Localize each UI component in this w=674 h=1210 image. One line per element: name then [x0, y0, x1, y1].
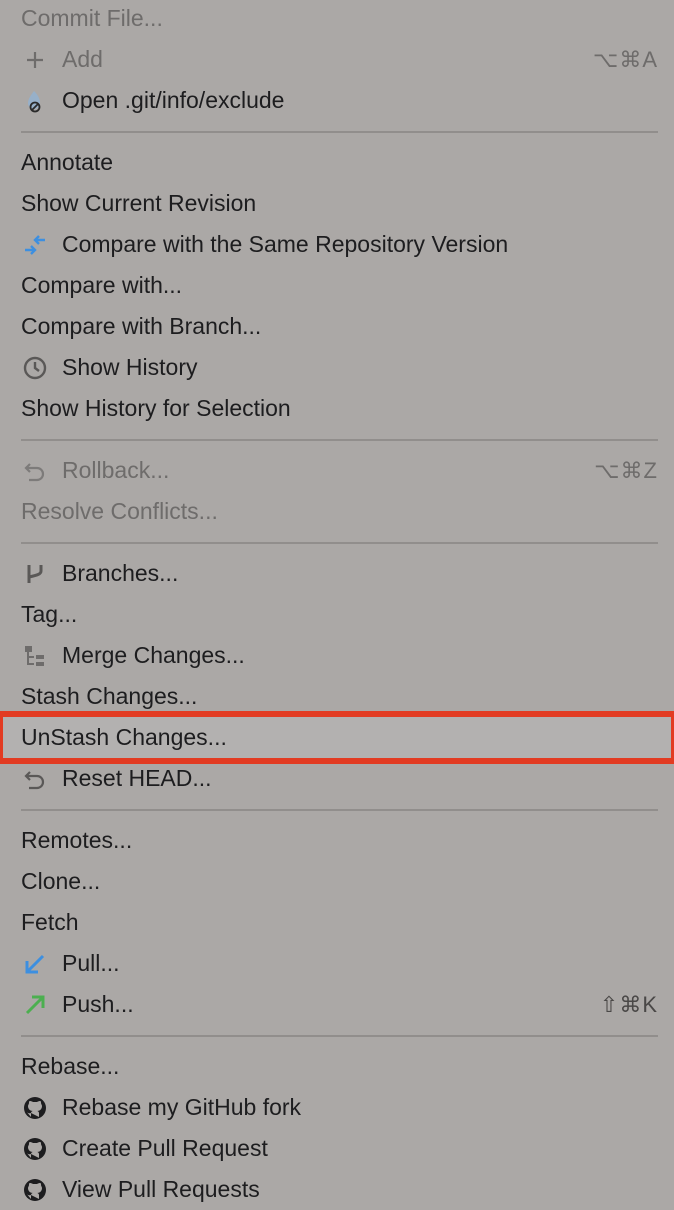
menu-item-create-pull-request[interactable]: Create Pull Request	[0, 1128, 674, 1169]
menu-item-compare-with[interactable]: Compare with...	[0, 265, 674, 306]
menu-item-label: Reset HEAD...	[62, 765, 212, 791]
menu-item-label: Compare with the Same Repository Version	[62, 231, 509, 257]
menu-item-label: Pull...	[62, 950, 120, 976]
branch-icon	[21, 560, 49, 588]
menu-item-add[interactable]: Add ⌥⌘A	[0, 39, 674, 80]
menu-item-show-history-selection[interactable]: Show History for Selection	[0, 388, 674, 429]
menu-item-label: Show History for Selection	[21, 395, 291, 421]
menu-item-label: View Pull Requests	[62, 1176, 260, 1202]
undo-icon	[21, 765, 49, 793]
vcs-context-menu: Commit File... Add ⌥⌘A Open .git/info/ex…	[0, 0, 674, 1210]
shortcut-rollback: ⌥⌘Z	[594, 457, 658, 483]
menu-item-label: Resolve Conflicts...	[21, 498, 218, 524]
menu-item-show-current-revision[interactable]: Show Current Revision	[0, 183, 674, 224]
undo-icon	[21, 457, 49, 485]
menu-item-label: Show Current Revision	[21, 190, 257, 216]
menu-item-annotate[interactable]: Annotate	[0, 142, 674, 183]
menu-item-label: Commit File...	[21, 5, 163, 31]
github-icon	[21, 1135, 49, 1163]
menu-item-unstash-changes[interactable]: UnStash Changes...	[0, 711, 674, 764]
menu-separator	[0, 1025, 674, 1046]
menu-separator	[0, 532, 674, 553]
menu-item-reset-head[interactable]: Reset HEAD...	[0, 758, 674, 799]
menu-item-pull[interactable]: Pull...	[0, 943, 674, 984]
clock-icon	[21, 354, 49, 382]
menu-item-view-pull-requests[interactable]: View Pull Requests	[0, 1169, 674, 1210]
menu-item-compare-same-repo-version[interactable]: Compare with the Same Repository Version	[0, 224, 674, 265]
menu-item-resolve-conflicts[interactable]: Resolve Conflicts...	[0, 491, 674, 532]
menu-item-remotes[interactable]: Remotes...	[0, 820, 674, 861]
menu-item-tag[interactable]: Tag...	[0, 594, 674, 635]
plus-icon	[21, 46, 49, 74]
menu-item-label: Remotes...	[21, 827, 133, 853]
menu-item-label: Merge Changes...	[62, 642, 245, 668]
push-arrow-icon	[21, 991, 49, 1019]
menu-item-fetch[interactable]: Fetch	[0, 902, 674, 943]
menu-item-label: Clone...	[21, 868, 101, 894]
menu-separator	[0, 121, 674, 142]
menu-item-branches[interactable]: Branches...	[0, 553, 674, 594]
menu-item-label: Annotate	[21, 149, 114, 175]
github-icon	[21, 1094, 49, 1122]
compare-arrows-icon	[21, 231, 49, 259]
menu-item-merge-changes[interactable]: Merge Changes...	[0, 635, 674, 676]
menu-item-open-git-exclude[interactable]: Open .git/info/exclude	[0, 80, 674, 121]
menu-item-label: Rollback...	[62, 457, 170, 483]
menu-item-label: Add	[62, 46, 103, 72]
menu-item-commit-file[interactable]: Commit File...	[0, 0, 674, 39]
menu-item-label: Tag...	[21, 601, 78, 627]
menu-item-label: Fetch	[21, 909, 79, 935]
menu-separator	[0, 429, 674, 450]
menu-item-stash-changes[interactable]: Stash Changes...	[0, 676, 674, 717]
menu-item-label: Stash Changes...	[21, 683, 198, 709]
github-icon	[21, 1176, 49, 1204]
merge-icon	[21, 642, 49, 670]
menu-item-rebase-github-fork[interactable]: Rebase my GitHub fork	[0, 1087, 674, 1128]
menu-separator	[0, 799, 674, 820]
menu-item-rollback[interactable]: Rollback... ⌥⌘Z	[0, 450, 674, 491]
menu-item-label: Compare with Branch...	[21, 313, 262, 339]
menu-item-label: Open .git/info/exclude	[62, 87, 285, 113]
menu-item-push[interactable]: Push... ⇧⌘K	[0, 984, 674, 1025]
ignored-file-icon	[21, 87, 49, 115]
shortcut-add: ⌥⌘A	[592, 46, 658, 72]
menu-item-rebase[interactable]: Rebase...	[0, 1046, 674, 1087]
menu-item-clone[interactable]: Clone...	[0, 861, 674, 902]
menu-item-show-history[interactable]: Show History	[0, 347, 674, 388]
menu-item-label: UnStash Changes...	[21, 724, 227, 750]
menu-item-label: Create Pull Request	[62, 1135, 268, 1161]
pull-arrow-icon	[21, 950, 49, 978]
shortcut-push: ⇧⌘K	[599, 991, 658, 1017]
menu-item-compare-with-branch[interactable]: Compare with Branch...	[0, 306, 674, 347]
menu-item-label: Branches...	[62, 560, 179, 586]
menu-item-label: Rebase...	[21, 1053, 120, 1079]
menu-item-label: Rebase my GitHub fork	[62, 1094, 302, 1120]
menu-item-label: Compare with...	[21, 272, 183, 298]
menu-item-label: Push...	[62, 991, 134, 1017]
menu-item-label: Show History	[62, 354, 198, 380]
